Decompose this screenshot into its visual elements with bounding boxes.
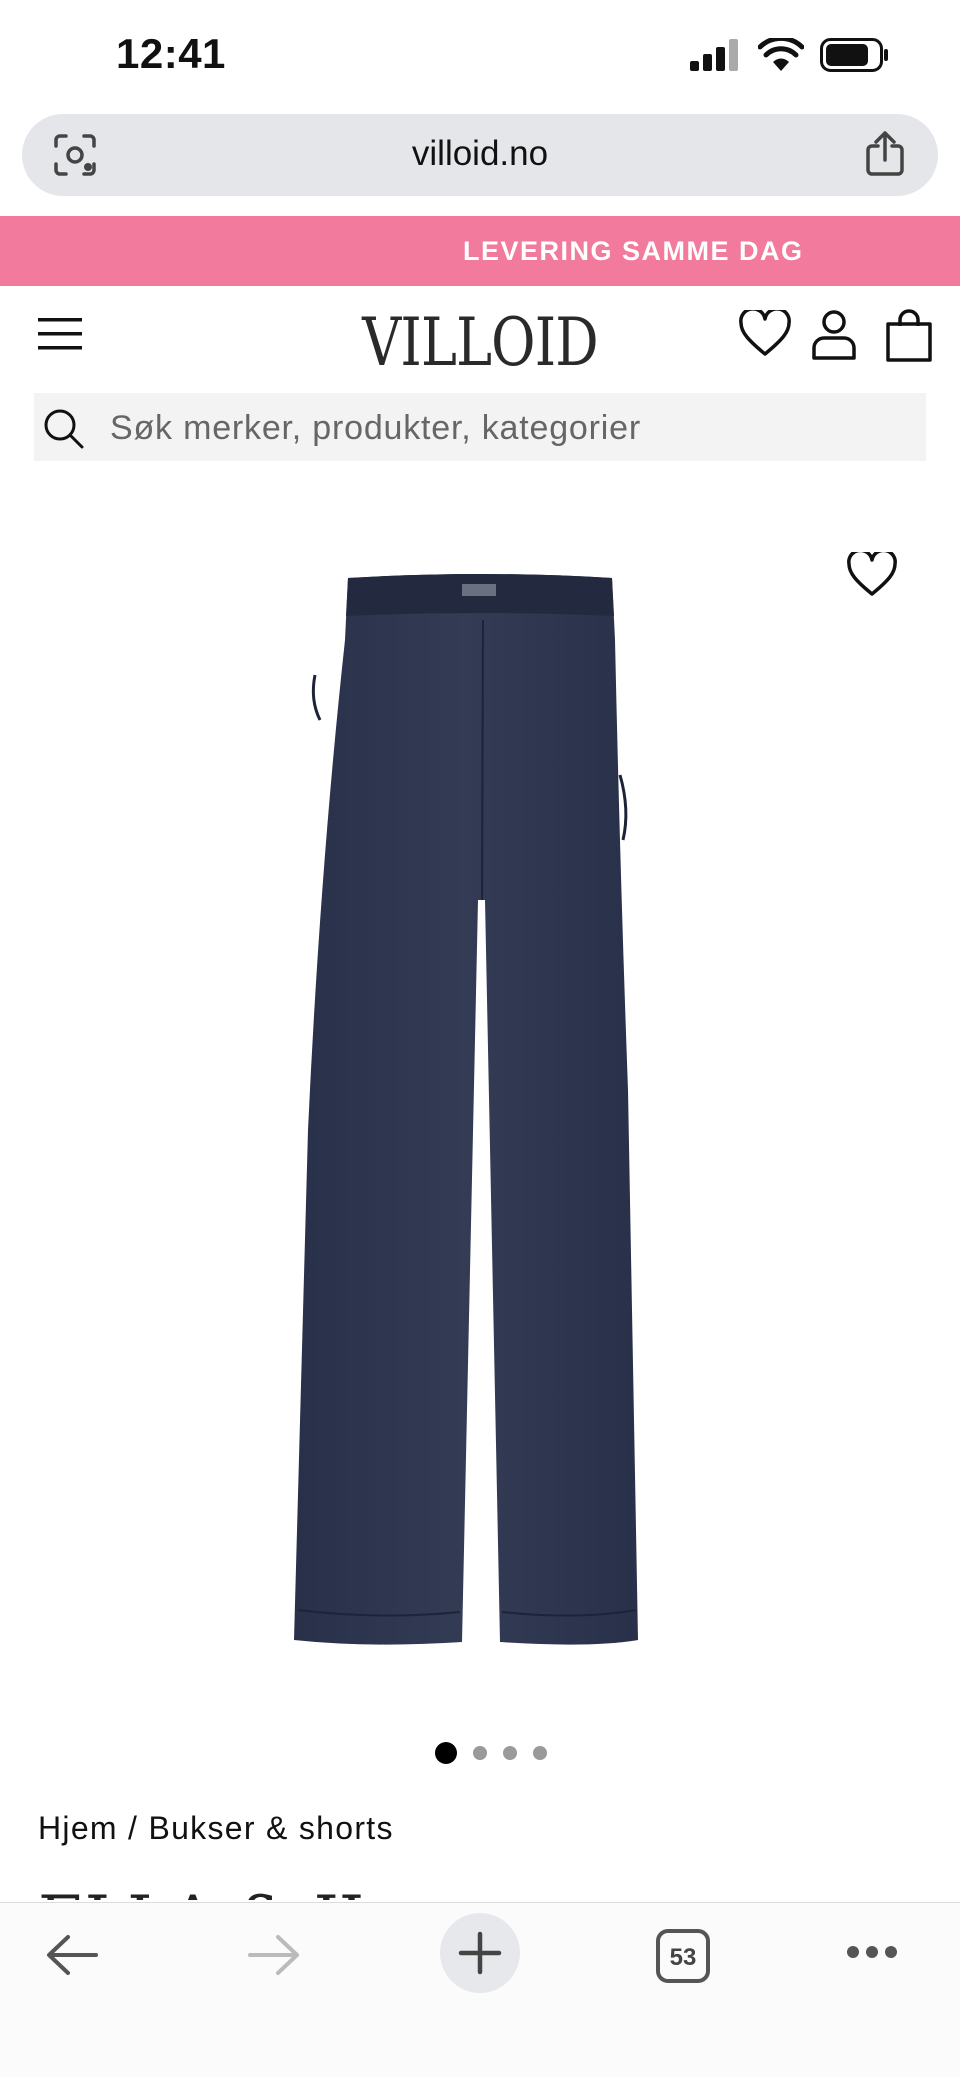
- breadcrumb[interactable]: Hjem / Bukser & shorts: [38, 1810, 394, 1847]
- forward-icon[interactable]: [246, 1933, 302, 1977]
- gallery-dot[interactable]: [473, 1746, 487, 1760]
- menu-icon[interactable]: [38, 314, 84, 354]
- product-title: ELLA & IL: [38, 1888, 381, 1900]
- gallery-dot[interactable]: [503, 1746, 517, 1760]
- promo-text: LEVERING SAMME DAG: [463, 236, 804, 266]
- favorite-icon[interactable]: [846, 552, 898, 598]
- tab-count: 53: [669, 1944, 697, 1971]
- signal-icon: [690, 39, 738, 71]
- search-placeholder[interactable]: Søk merker, produkter, kategorier: [110, 409, 641, 448]
- share-icon[interactable]: [864, 130, 906, 178]
- gallery-dot[interactable]: [435, 1742, 457, 1764]
- search-icon: [44, 409, 84, 449]
- url-bar[interactable]: villoid.no: [22, 114, 938, 196]
- status-icons: [690, 38, 890, 72]
- gallery-pagination[interactable]: [0, 1742, 960, 1764]
- browser-toolbar: 53: [0, 1902, 960, 2077]
- gallery-dot[interactable]: [533, 1746, 547, 1760]
- promo-banner[interactable]: LEVERING SAMME DAG: [0, 216, 960, 286]
- wifi-icon: [758, 38, 804, 71]
- new-tab-button[interactable]: [440, 1913, 520, 1993]
- site-header: VILLOID: [0, 286, 960, 386]
- tabs-icon[interactable]: 53: [656, 1929, 710, 1983]
- plus-icon: [458, 1931, 502, 1975]
- bag-icon[interactable]: [884, 308, 934, 364]
- more-icon[interactable]: [846, 1945, 898, 1959]
- battery-icon: [820, 38, 888, 72]
- back-icon[interactable]: [44, 1933, 100, 1977]
- product-image: [294, 574, 638, 1645]
- status-bar: 12:41: [0, 0, 960, 112]
- user-icon[interactable]: [810, 308, 858, 362]
- status-time: 12:41: [116, 30, 226, 77]
- url-text[interactable]: villoid.no: [22, 134, 938, 174]
- search-field[interactable]: Søk merker, produkter, kategorier: [34, 393, 926, 461]
- heart-icon[interactable]: [738, 310, 792, 358]
